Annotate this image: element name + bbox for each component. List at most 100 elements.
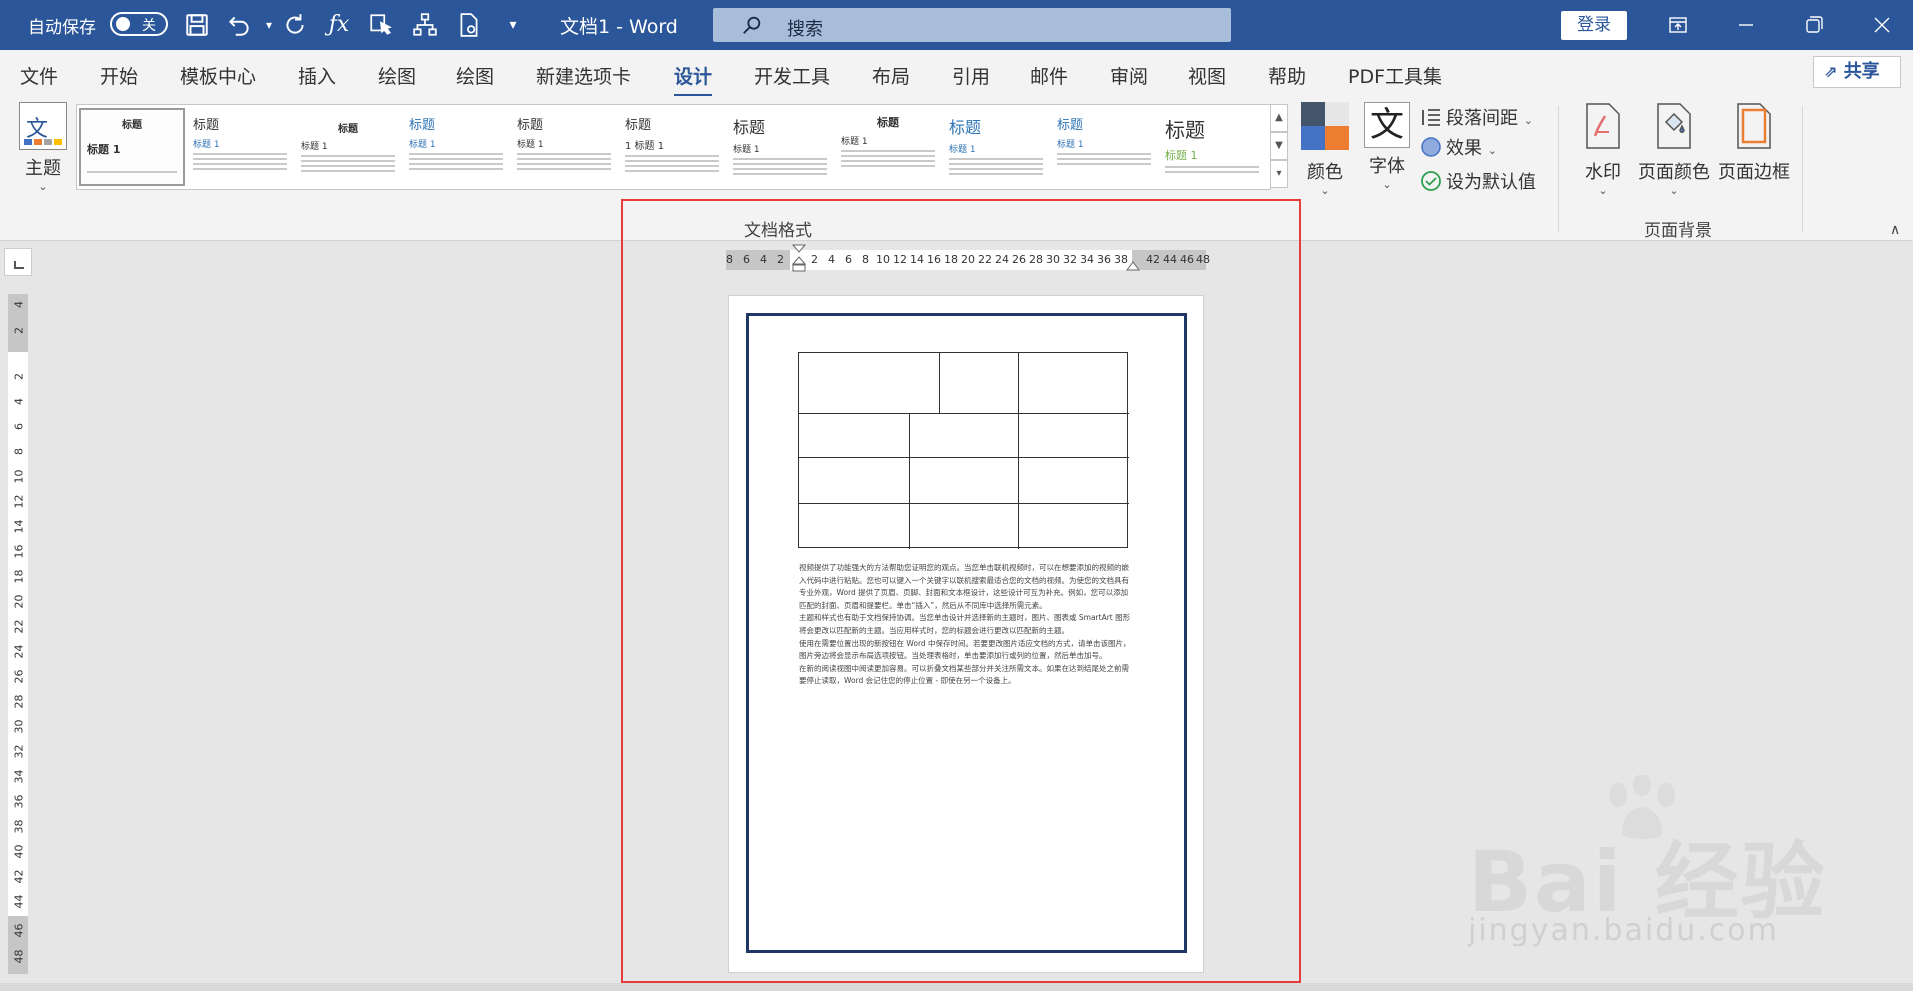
watermark-button[interactable]: 水印 ⌄ xyxy=(1578,102,1628,197)
document-settings-icon[interactable] xyxy=(454,10,484,40)
style-set-item[interactable]: 标题 标题 1 xyxy=(187,108,293,186)
tab-layout[interactable]: 布局 xyxy=(872,62,910,89)
ruler-number: 36 xyxy=(12,794,26,809)
style-preview-line xyxy=(625,160,719,162)
style-title: 标题 xyxy=(1165,118,1205,142)
style-title: 标题 xyxy=(338,124,358,135)
style-preview-line xyxy=(949,158,1043,160)
style-preview-line xyxy=(301,165,395,167)
autosave-state: 关 xyxy=(142,18,156,34)
autosave-label: 自动保存 xyxy=(28,18,96,38)
tab-selector[interactable] xyxy=(4,248,32,276)
tab-draw-1[interactable]: 绘图 xyxy=(378,62,416,89)
ribbon-display-icon[interactable] xyxy=(1658,10,1698,40)
tab-home[interactable]: 开始 xyxy=(100,62,138,89)
effects-button[interactable]: 效果 ⌄ xyxy=(1420,134,1497,160)
minimize-icon[interactable] xyxy=(1726,10,1766,40)
paragraph-spacing-button[interactable]: 段落间距 ⌄ xyxy=(1420,104,1533,130)
tab-review[interactable]: 审阅 xyxy=(1110,62,1148,89)
annotation-highlight-box xyxy=(621,199,1301,983)
tab-pdf-tools[interactable]: PDF工具集 xyxy=(1348,62,1442,89)
autosave-toggle[interactable]: 关 xyxy=(110,12,168,36)
style-set-item[interactable]: 标题 标题 1 xyxy=(1051,108,1157,186)
tab-draw-2[interactable]: 绘图 xyxy=(456,62,494,89)
search-box[interactable]: 搜索 xyxy=(713,8,1231,42)
style-set-item[interactable]: 标题 标题 1 xyxy=(511,108,617,186)
ruler-number: 44 xyxy=(12,894,26,909)
paragraph-spacing-icon xyxy=(1422,109,1440,126)
tab-developer[interactable]: 开发工具 xyxy=(754,62,830,89)
ruler-number: 10 xyxy=(12,469,26,484)
vertical-ruler[interactable]: 4 2 2 4 6 8 10 12 14 16 18 20 22 24 26 2… xyxy=(8,294,28,974)
customize-toolbar-icon[interactable]: ▾ xyxy=(498,10,528,40)
style-preview-line xyxy=(625,165,719,167)
style-title: 标题 xyxy=(625,118,652,133)
search-placeholder: 搜索 xyxy=(787,19,823,40)
tab-file[interactable]: 文件 xyxy=(20,62,58,89)
style-preview-line xyxy=(841,160,935,162)
ruler-number: 20 xyxy=(12,594,26,609)
page-color-button[interactable]: 页面颜色 ⌄ xyxy=(1636,102,1712,197)
tab-template-center[interactable]: 模板中心 xyxy=(180,62,256,89)
ruler-number: 22 xyxy=(12,619,26,634)
style-preview-line xyxy=(409,158,503,160)
ruler-number: 6 xyxy=(12,423,26,430)
style-set-item[interactable]: 标题 标题 1 xyxy=(835,108,941,186)
fonts-button[interactable]: 文 字体 ⌄ xyxy=(1360,102,1414,191)
close-icon[interactable] xyxy=(1862,10,1902,40)
colors-button[interactable]: 颜色 ⌄ xyxy=(1296,102,1354,197)
style-set-item[interactable]: 标题 标题 1 xyxy=(79,108,185,186)
style-preview-line xyxy=(841,155,935,157)
status-bar xyxy=(0,983,1913,991)
login-button[interactable]: 登录 xyxy=(1561,11,1627,40)
restore-icon[interactable] xyxy=(1794,10,1834,40)
share-button[interactable]: ⇗ 共享 xyxy=(1813,56,1901,88)
style-preview-line xyxy=(841,165,935,167)
tab-view[interactable]: 视图 xyxy=(1188,62,1226,89)
tab-references[interactable]: 引用 xyxy=(952,62,990,89)
save-icon[interactable] xyxy=(182,10,212,40)
style-heading: 标题 1 xyxy=(87,143,121,156)
collapse-ribbon-icon[interactable]: ∧ xyxy=(1890,222,1900,238)
style-set-item[interactable]: 标题 标题 1 xyxy=(727,108,833,186)
page-color-label: 页面颜色 xyxy=(1638,162,1710,183)
style-preview-line xyxy=(301,160,395,162)
gallery-scroll-down[interactable]: ▼ xyxy=(1270,132,1288,160)
tab-new-tab[interactable]: 新建选项卡 xyxy=(536,62,631,89)
ruler-number: 24 xyxy=(12,644,26,659)
org-chart-icon[interactable] xyxy=(410,10,440,40)
style-preview-line xyxy=(1057,153,1151,155)
tab-design[interactable]: 设计 xyxy=(674,62,713,97)
style-preview-line xyxy=(625,170,719,172)
style-heading: 标题 1 xyxy=(1165,149,1198,162)
style-preview-line xyxy=(733,158,827,160)
style-preview-line xyxy=(733,173,827,175)
style-heading: 标题 1 xyxy=(301,142,328,152)
tab-help[interactable]: 帮助 xyxy=(1268,62,1306,89)
style-preview-line xyxy=(949,173,1043,175)
style-set-item[interactable]: 标题 标题 1 xyxy=(943,108,1049,186)
ruler-number: 28 xyxy=(12,694,26,709)
tab-mailings[interactable]: 邮件 xyxy=(1030,62,1068,89)
gallery-more[interactable]: ▾ xyxy=(1270,160,1288,188)
function-icon[interactable]: ƒx xyxy=(324,10,354,40)
undo-icon[interactable] xyxy=(224,10,254,40)
style-set-item[interactable]: 标题 标题 1 xyxy=(295,108,401,186)
page-borders-button[interactable]: 页面边框 xyxy=(1716,102,1792,184)
themes-button[interactable]: 文 主题 ⌄ xyxy=(16,102,70,193)
chevron-down-icon: ⌄ xyxy=(38,180,48,193)
style-title: 标题 xyxy=(517,118,544,133)
style-preview-line xyxy=(733,168,827,170)
fonts-label: 字体 xyxy=(1369,156,1405,177)
redo-icon[interactable] xyxy=(280,10,310,40)
style-preview-line xyxy=(733,163,827,165)
fonts-icon: 文 xyxy=(1364,102,1410,148)
style-set-item[interactable]: 标题 1 标题 1 xyxy=(619,108,725,186)
title-bar: 自动保存 关 ▾ ƒx ▾ 文档1 - Word 搜索 登录 xyxy=(0,0,1913,50)
style-set-item[interactable]: 标题 标题 1 xyxy=(403,108,509,186)
style-set-item[interactable]: 标题 标题 1 xyxy=(1159,108,1265,186)
tab-insert[interactable]: 插入 xyxy=(298,62,336,89)
set-as-default-button[interactable]: 设为默认值 xyxy=(1420,168,1536,194)
gallery-scroll-up[interactable]: ▲ xyxy=(1270,104,1288,132)
select-objects-icon[interactable] xyxy=(366,10,396,40)
